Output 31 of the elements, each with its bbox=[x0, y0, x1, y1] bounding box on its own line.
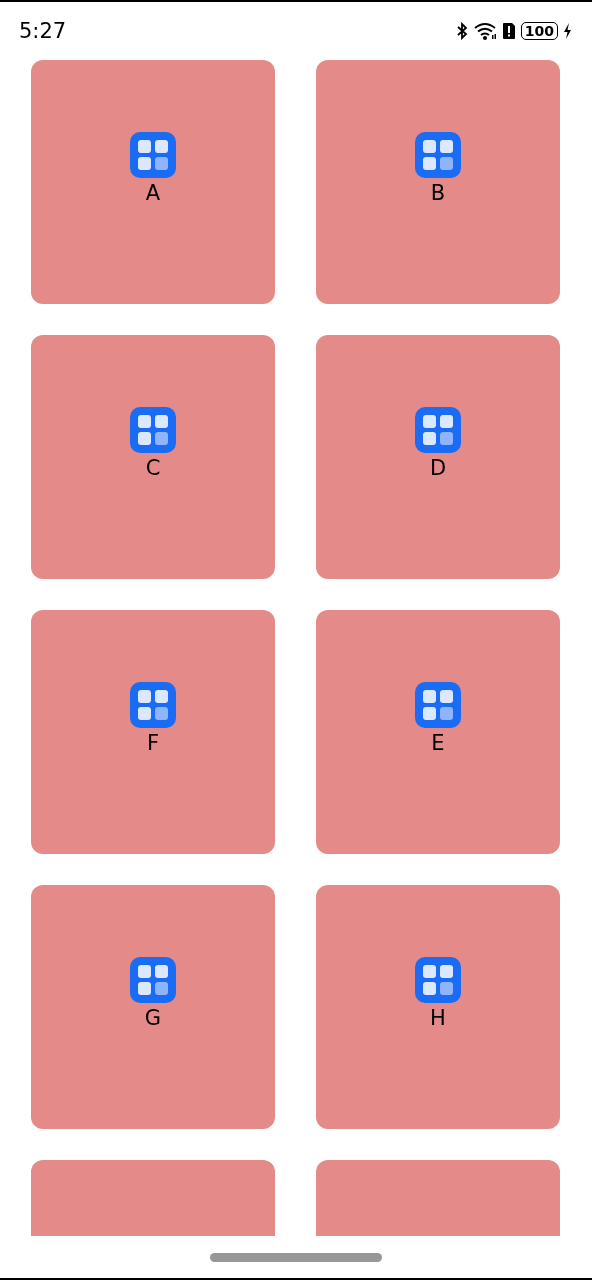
card-label: G bbox=[144, 1005, 162, 1031]
app-grid-icon bbox=[130, 407, 176, 453]
card[interactable]: G bbox=[31, 885, 275, 1129]
app-grid-icon bbox=[415, 407, 461, 453]
card[interactable]: E bbox=[316, 610, 560, 854]
card[interactable]: H bbox=[316, 885, 560, 1129]
bluetooth-icon bbox=[455, 22, 468, 40]
card-label: H bbox=[430, 1005, 446, 1031]
app-grid-icon bbox=[130, 132, 176, 178]
app-grid-icon bbox=[130, 682, 176, 728]
card[interactable]: B bbox=[316, 60, 560, 304]
home-indicator[interactable] bbox=[210, 1252, 382, 1262]
card-label: C bbox=[145, 455, 161, 481]
card-label: D bbox=[429, 455, 447, 481]
battery-level: 100 bbox=[520, 22, 558, 40]
card[interactable]: C bbox=[31, 335, 275, 579]
app-grid-icon bbox=[415, 682, 461, 728]
card[interactable]: F bbox=[31, 610, 275, 854]
status-time: 5:27 bbox=[19, 19, 67, 43]
charging-icon bbox=[563, 22, 572, 40]
app-grid-icon bbox=[415, 957, 461, 1003]
card-label: E bbox=[431, 730, 445, 756]
app-grid-icon bbox=[130, 957, 176, 1003]
card-label: F bbox=[146, 730, 160, 756]
card-label: B bbox=[430, 180, 446, 206]
card-label: A bbox=[145, 180, 161, 206]
card[interactable]: D bbox=[316, 335, 560, 579]
app-grid-icon bbox=[415, 132, 461, 178]
sim-alert-icon bbox=[501, 22, 516, 40]
wifi-icon bbox=[472, 22, 497, 40]
card[interactable]: A bbox=[31, 60, 275, 304]
